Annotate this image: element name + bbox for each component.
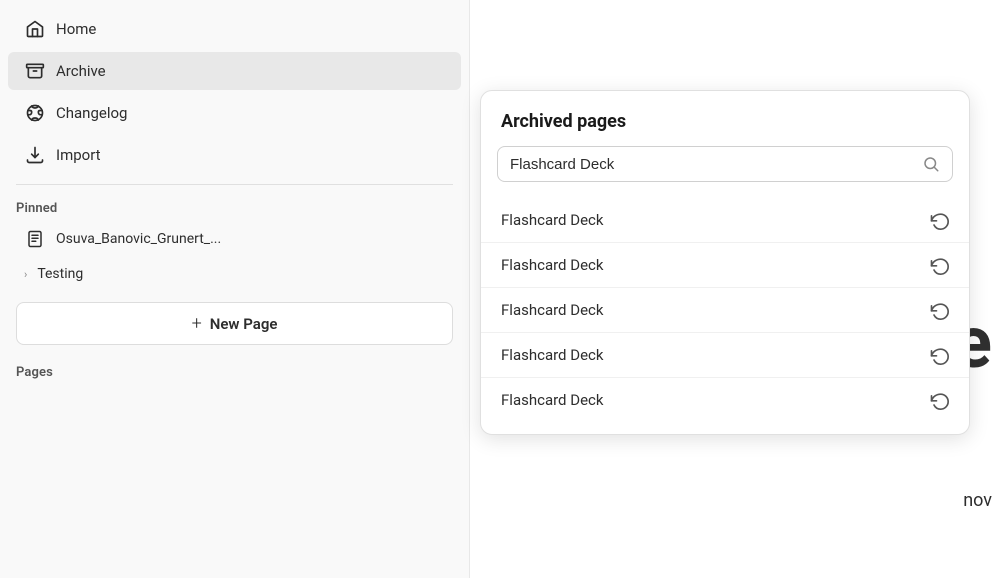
changelog-icon xyxy=(24,102,46,124)
pinned-item-doc[interactable]: Osuva_Banovic_Grunert_... xyxy=(8,221,461,257)
nav-item-changelog-label: Changelog xyxy=(56,104,127,122)
pinned-doc-label: Osuva_Banovic_Grunert_... xyxy=(56,231,221,247)
nav-item-archive[interactable]: Archive xyxy=(8,52,461,90)
archive-list-item[interactable]: Flashcard Deck xyxy=(481,198,969,243)
divider xyxy=(16,184,453,185)
archive-search-input[interactable] xyxy=(510,156,914,173)
restore-icon-3[interactable] xyxy=(929,300,949,320)
archive-list-item[interactable]: Flashcard Deck xyxy=(481,243,969,288)
archive-search-container xyxy=(497,146,953,182)
nav-item-archive-label: Archive xyxy=(56,62,106,80)
pinned-section-label: Pinned xyxy=(0,193,469,220)
nav-item-import[interactable]: Import xyxy=(8,136,461,174)
partial-text-nov: nov xyxy=(963,490,992,511)
pages-section-label: Pages xyxy=(0,357,469,384)
archive-list-item[interactable]: Flashcard Deck xyxy=(481,333,969,378)
plus-icon: + xyxy=(192,313,202,334)
archive-item-name-4: Flashcard Deck xyxy=(501,346,604,364)
nav-item-home[interactable]: Home xyxy=(8,10,461,48)
main-content: Archived pages Flashcard Deck xyxy=(470,0,992,578)
archive-item-name-3: Flashcard Deck xyxy=(501,301,604,319)
search-icon xyxy=(922,155,940,173)
archive-icon xyxy=(24,60,46,82)
archive-list-item[interactable]: Flashcard Deck xyxy=(481,288,969,333)
new-page-label: New Page xyxy=(210,315,278,333)
nav-item-import-label: Import xyxy=(56,146,101,164)
archive-list: Flashcard Deck Flashcard Deck xyxy=(481,194,969,426)
archive-item-name-2: Flashcard Deck xyxy=(501,256,604,274)
import-icon xyxy=(24,144,46,166)
restore-icon-4[interactable] xyxy=(929,345,949,365)
restore-icon-5[interactable] xyxy=(929,390,949,410)
archive-popup: Archived pages Flashcard Deck xyxy=(480,90,970,435)
document-icon xyxy=(24,228,46,250)
nav-item-changelog[interactable]: Changelog xyxy=(8,94,461,132)
pinned-item-testing[interactable]: › Testing xyxy=(8,259,461,289)
nav-item-home-label: Home xyxy=(56,20,96,38)
archive-list-item[interactable]: Flashcard Deck xyxy=(481,378,969,422)
home-icon xyxy=(24,18,46,40)
restore-icon-1[interactable] xyxy=(929,210,949,230)
archive-item-name-5: Flashcard Deck xyxy=(501,391,604,409)
archive-item-name-1: Flashcard Deck xyxy=(501,211,604,229)
archive-popup-title: Archived pages xyxy=(481,111,969,146)
restore-icon-2[interactable] xyxy=(929,255,949,275)
pinned-testing-label: Testing xyxy=(37,266,83,282)
chevron-right-icon: › xyxy=(24,268,27,281)
new-page-button[interactable]: + New Page xyxy=(16,302,453,345)
sidebar: Home Archive Changelog xyxy=(0,0,470,578)
